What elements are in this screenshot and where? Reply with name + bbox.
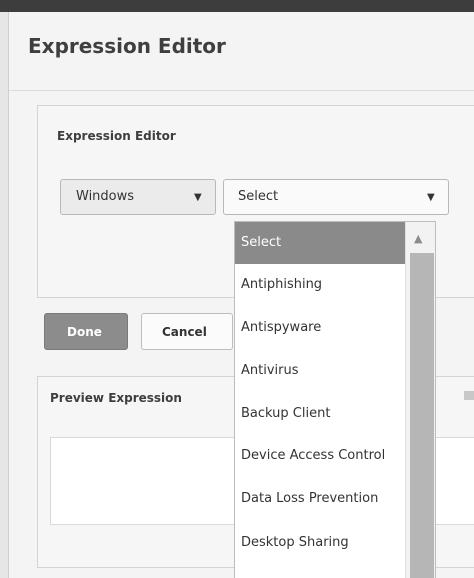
preview-expression-label: Preview Expression — [50, 391, 182, 405]
resize-handle-icon[interactable] — [464, 391, 474, 400]
chevron-down-icon: ▼ — [194, 192, 202, 203]
scrollbar-thumb[interactable] — [410, 253, 434, 578]
dropdown-option-antivirus[interactable]: Antivirus — [235, 350, 405, 392]
dropdown-option-antiphishing[interactable]: Antiphishing — [235, 264, 405, 306]
chevron-down-icon: ▼ — [427, 192, 435, 203]
dropdown-option-desktop-sharing[interactable]: Desktop Sharing — [235, 522, 405, 564]
dropdown-option-data-loss-prevention[interactable]: Data Loss Prevention — [235, 478, 405, 520]
dialog-title: Expression Editor — [28, 34, 226, 58]
os-select[interactable]: Windows ▼ — [60, 179, 216, 215]
dropdown-scrollbar[interactable]: ▲ — [405, 222, 435, 578]
window-top-bar — [0, 0, 474, 12]
expression-editor-label: Expression Editor — [57, 129, 176, 143]
category-select-value: Select — [238, 189, 279, 204]
scroll-up-arrow-icon[interactable]: ▲ — [414, 232, 422, 245]
done-button-label: Done — [67, 325, 102, 339]
dropdown-option-device-access-control[interactable]: Device Access Control — [235, 435, 405, 477]
cancel-button[interactable]: Cancel — [141, 313, 233, 350]
dropdown-option-select[interactable]: Select — [235, 222, 405, 264]
title-separator — [9, 90, 474, 91]
cancel-button-label: Cancel — [162, 325, 207, 339]
os-select-value: Windows — [76, 189, 135, 204]
category-dropdown-list: Select Antiphishing Antispyware Antiviru… — [234, 221, 436, 578]
dropdown-option-antispyware[interactable]: Antispyware — [235, 307, 405, 349]
category-select[interactable]: Select ▼ — [223, 179, 449, 215]
dropdown-option-backup-client[interactable]: Backup Client — [235, 393, 405, 435]
done-button[interactable]: Done — [44, 313, 128, 350]
